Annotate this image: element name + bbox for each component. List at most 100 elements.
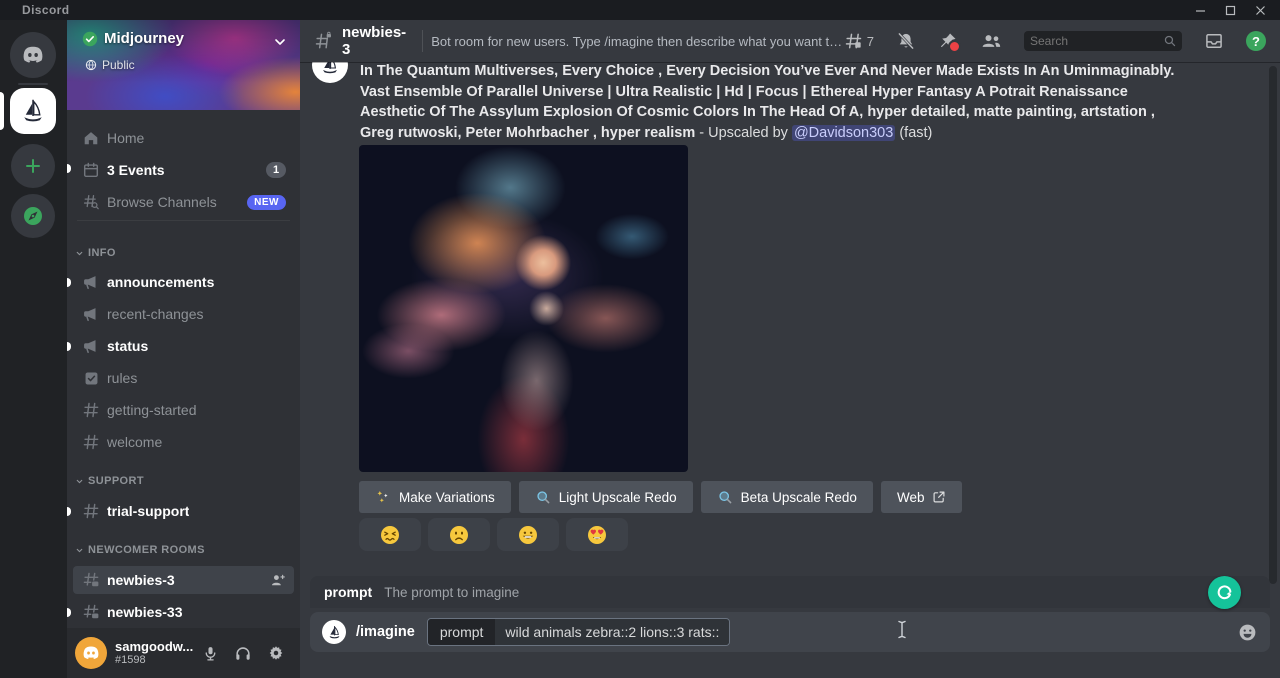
channel-name: newbies-33	[107, 604, 182, 620]
web-button[interactable]: Web	[881, 481, 963, 513]
channel-item-newbies-3[interactable]: newbies-3	[73, 566, 294, 594]
sidebar-item-events[interactable]: 3 Events 1	[73, 156, 294, 184]
members-icon	[980, 31, 1002, 51]
make-variations-button[interactable]: Make Variations	[359, 481, 511, 513]
username: samgoodw...	[115, 640, 193, 654]
message-composer[interactable]: /imagine prompt wild animals zebra::2 li…	[310, 612, 1270, 652]
generated-image[interactable]	[359, 145, 688, 472]
channel-sidebar: Midjourney Public Home 3 Events 1 Browse…	[67, 20, 300, 678]
add-server-button[interactable]	[11, 144, 55, 188]
user-avatar[interactable]	[75, 637, 107, 669]
discord-logo-icon	[19, 41, 47, 69]
chat-scrollbar[interactable]	[1269, 66, 1277, 584]
section-chevron-icon	[75, 249, 84, 258]
beta-upscale-redo-button[interactable]: Beta Upscale Redo	[701, 481, 873, 513]
channel-item-newbies-33[interactable]: newbies-33	[73, 598, 294, 626]
command-option-description: The prompt to imagine	[384, 585, 519, 600]
plus-icon	[23, 156, 43, 176]
settings-gear-icon[interactable]	[266, 643, 286, 663]
user-info[interactable]: samgoodw... #1598	[115, 640, 193, 666]
server-name: Midjourney	[104, 30, 184, 47]
bell-slash-icon	[896, 31, 916, 51]
command-option-chip[interactable]: prompt wild animals zebra::2 lions::3 ra…	[427, 618, 731, 646]
channel-item-trial-support[interactable]: trial-support	[73, 497, 294, 525]
sidebar-item-browse-channels[interactable]: Browse Channels NEW	[73, 188, 294, 216]
reaction-frowning-face[interactable]	[428, 518, 490, 551]
channel-item-welcome[interactable]: welcome	[73, 428, 294, 456]
megaphone-icon	[80, 273, 102, 291]
compass-icon	[21, 204, 45, 228]
unread-pill	[67, 608, 71, 617]
server-visibility-label: Public	[102, 58, 135, 72]
section-header-support[interactable]: SUPPORT	[75, 473, 144, 489]
sidebar-item-home[interactable]: Home	[73, 124, 294, 152]
megaphone-icon	[80, 337, 102, 355]
verified-badge-icon	[82, 31, 98, 47]
emoji-picker-icon[interactable]	[1236, 621, 1258, 643]
external-link-icon	[932, 490, 946, 504]
channel-item-announcements[interactable]: announcements	[73, 268, 294, 296]
notifications-muted-button[interactable]	[896, 31, 916, 51]
channel-header: newbies-3 Bot room for new users. Type /…	[300, 20, 1280, 62]
server-header[interactable]: Midjourney	[82, 30, 184, 47]
chevron-down-icon[interactable]	[272, 34, 288, 50]
threads-button[interactable]: 7	[844, 31, 874, 51]
user-mention[interactable]: @Davidson303	[792, 125, 895, 141]
channel-topic[interactable]: Bot room for new users. Type /imagine th…	[431, 34, 844, 49]
search-icon	[1163, 34, 1177, 48]
home-button[interactable]	[10, 32, 56, 78]
slash-command: /imagine	[356, 624, 415, 640]
invite-people-icon[interactable]	[270, 572, 286, 588]
message-button-row: Make Variations Light Upscale Redo Beta …	[359, 481, 962, 513]
section-header-newcomer-rooms[interactable]: NEWCOMER ROOMS	[75, 542, 205, 558]
headphones-icon[interactable]	[233, 643, 253, 663]
window-maximize-button[interactable]	[1222, 3, 1238, 17]
window-close-button[interactable]	[1252, 3, 1268, 17]
help-button[interactable]: ?	[1246, 31, 1266, 51]
option-value-input[interactable]: wild animals zebra::2 lions::3 rats::	[495, 619, 729, 645]
microphone-icon[interactable]	[200, 643, 220, 663]
unread-pill	[67, 507, 71, 516]
sparkle-wand-icon	[375, 489, 391, 505]
server-icon-midjourney[interactable]	[10, 88, 56, 134]
user-bar: samgoodw... #1598	[67, 628, 300, 678]
hash-icon	[80, 433, 102, 451]
reaction-confounded-face[interactable]	[359, 518, 421, 551]
grammarly-button[interactable]	[1208, 576, 1241, 609]
light-upscale-redo-button[interactable]: Light Upscale Redo	[519, 481, 693, 513]
sailboat-icon	[18, 96, 48, 126]
server-visibility: Public	[85, 58, 135, 72]
window-minimize-button[interactable]	[1192, 3, 1208, 17]
member-list-button[interactable]	[980, 31, 1002, 51]
channel-name: recent-changes	[107, 306, 204, 322]
channel-name: rules	[107, 370, 137, 386]
channel-name: trial-support	[107, 503, 189, 519]
pinned-messages-button[interactable]	[938, 31, 958, 51]
channel-item-rules[interactable]: rules	[73, 364, 294, 392]
channel-name: status	[107, 338, 148, 354]
search-input[interactable]	[1024, 31, 1182, 51]
window-titlebar: Discord	[0, 0, 1280, 20]
discord-app: Discord Midjourney P	[0, 0, 1280, 678]
reaction-grinning-face[interactable]	[497, 518, 559, 551]
command-option-name: prompt	[324, 584, 372, 600]
rail-separator	[18, 83, 48, 85]
sidebar-divider	[77, 220, 290, 221]
reaction-heart-eyes-face[interactable]	[566, 518, 628, 551]
threads-icon	[844, 31, 864, 51]
calendar-icon	[80, 161, 102, 179]
user-tag: #1598	[115, 654, 193, 666]
pin-notification-dot	[948, 40, 961, 53]
channel-item-getting-started[interactable]: getting-started	[73, 396, 294, 424]
section-title: SUPPORT	[88, 475, 144, 487]
rules-checklist-icon	[80, 370, 102, 387]
section-header-info[interactable]: INFO	[75, 245, 116, 261]
button-label: Web	[897, 490, 925, 505]
command-hint-bar[interactable]: prompt The prompt to imagine	[310, 576, 1270, 608]
channel-item-recent-changes[interactable]: recent-changes	[73, 300, 294, 328]
inbox-button[interactable]	[1204, 31, 1224, 51]
channel-item-status[interactable]: status	[73, 332, 294, 360]
search-box[interactable]	[1024, 31, 1182, 51]
inbox-icon	[1204, 31, 1224, 51]
explore-servers-button[interactable]	[11, 194, 55, 238]
